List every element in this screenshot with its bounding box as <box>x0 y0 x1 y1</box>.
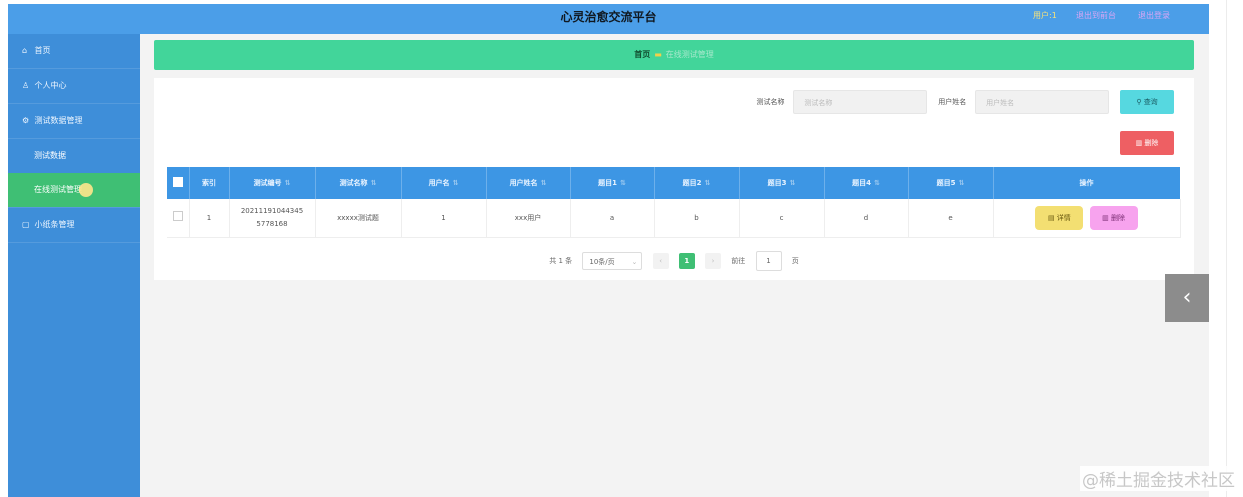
sort-icon[interactable]: ⇅ <box>541 179 547 187</box>
sidebar-item-label: 测试数据管理 <box>34 116 83 125</box>
home-icon: ⌂ <box>22 46 28 55</box>
column-header[interactable]: 测试编号 ⇅ <box>229 167 316 199</box>
breadcrumb-home[interactable]: 首页 <box>634 50 650 59</box>
sidebar-item-label: 个人中心 <box>34 81 67 90</box>
sort-icon[interactable]: ⇅ <box>620 179 626 187</box>
column-header[interactable]: 题目5 ⇅ <box>908 167 994 199</box>
sort-icon[interactable]: ⇅ <box>959 179 965 187</box>
sidebar-item-label: 小纸条管理 <box>34 220 75 229</box>
app-title: 心灵治愈交流平台 <box>560 10 657 24</box>
data-table: 索引 测试编号 ⇅ 测试名称 ⇅ 用户名 ⇅ 用户姓名 ⇅ 题目1 ⇅ 题目2 ⇅ 题目3 ⇅… <box>167 167 1181 238</box>
row-checkbox-cell[interactable] <box>167 199 190 238</box>
logout-link[interactable]: 退出登录 <box>1138 10 1170 21</box>
cell-index: 1 <box>189 199 230 238</box>
back-to-front-link[interactable]: 退出到前台 <box>1076 10 1116 21</box>
cell-test-no: 20211191044345 5778168 <box>229 199 316 238</box>
watermark: @稀土掘金技术社区 <box>1080 466 1237 491</box>
cell-username: 1 <box>401 199 487 238</box>
sort-icon[interactable]: ⇅ <box>371 179 377 187</box>
row-checkbox[interactable] <box>172 210 183 221</box>
chevron-left-icon: ‹ <box>1182 285 1192 310</box>
page-size-select[interactable]: 10条/页 ⌄ <box>582 252 643 270</box>
prev-page-button[interactable]: ‹ <box>652 253 669 269</box>
column-header[interactable]: 测试名称 ⇅ <box>315 167 402 199</box>
sort-icon[interactable]: ⇅ <box>874 179 880 187</box>
trash-icon: ▥ <box>1135 139 1143 147</box>
user-name-label: 用户姓名 <box>938 98 967 106</box>
cell-q2: b <box>654 199 740 238</box>
user-name-input[interactable]: 用户姓名 <box>975 90 1110 114</box>
cell-actions: ▤ 详情 ▥ 删除 <box>993 199 1181 238</box>
sidebar-item-notes-management[interactable]: ▢ 小纸条管理 <box>8 207 140 243</box>
sidebar-subitem-label: 测试数据 <box>34 151 66 160</box>
row-delete-button[interactable]: ▥ 删除 <box>1089 206 1138 230</box>
sidebar-subitem-online-test-management[interactable]: 在线测试管理 <box>8 173 140 207</box>
chevron-down-icon: ⌄ <box>631 258 638 266</box>
divider <box>1226 0 1227 497</box>
search-button-label: 查询 <box>1143 98 1158 106</box>
column-header[interactable]: 用户姓名 ⇅ <box>486 167 571 199</box>
sidebar-subitem-test-data[interactable]: 测试数据 <box>8 139 140 173</box>
sidebar-item-test-data-management[interactable]: ⚙ 测试数据管理 <box>8 104 140 139</box>
note-icon: ▢ <box>22 220 30 229</box>
breadcrumb: 首页 ▬ 在线测试管理 <box>154 40 1194 70</box>
breadcrumb-separator: ▬ <box>654 50 662 59</box>
column-header[interactable]: 用户名 ⇅ <box>401 167 487 199</box>
sort-icon[interactable]: ⇅ <box>453 179 459 187</box>
sidebar-item-home[interactable]: ⌂ 首页 <box>8 34 140 69</box>
sort-icon[interactable]: ⇅ <box>705 179 711 187</box>
trash-icon: ▥ <box>1102 214 1109 222</box>
cell-q1: a <box>570 199 655 238</box>
column-header: 操作 <box>993 167 1181 199</box>
test-name-input[interactable]: 测试名称 <box>793 90 928 114</box>
user-icon: ♙ <box>22 81 30 90</box>
column-header[interactable]: 题目2 ⇅ <box>654 167 740 199</box>
search-button[interactable]: ⚲ 查询 <box>1120 90 1174 114</box>
goto-label: 前往 <box>731 257 746 265</box>
table-header-row: 索引 测试编号 ⇅ 测试名称 ⇅ 用户名 ⇅ 用户姓名 ⇅ 题目1 ⇅ 题目2 ⇅ 题目3 ⇅… <box>167 167 1181 199</box>
test-name-label: 测试名称 <box>756 98 785 106</box>
select-all-checkbox[interactable] <box>172 177 183 187</box>
main-content: 首页 ▬ 在线测试管理 测试名称 测试名称 用户姓名 用户姓名 ⚲ 查询 ▥ 删除 <box>154 40 1194 280</box>
pagination: 共 1 条 10条/页 ⌄ ‹ 1 › 前往 1 页 <box>154 251 1194 271</box>
search-icon: ⚲ <box>1136 98 1142 106</box>
sidebar-item-personal-center[interactable]: ♙ 个人中心 <box>8 69 140 104</box>
sidebar: ⌂ 首页 ♙ 个人中心 ⚙ 测试数据管理 测试数据 在线测试管理 ▢ 小纸条管理 <box>8 34 140 497</box>
mouse-cursor-highlight <box>78 182 93 197</box>
app-window: 心灵治愈交流平台 用户:1 退出到前台 退出登录 ⌂ 首页 ♙ 个人中心 ⚙ 测… <box>8 4 1209 497</box>
detail-icon: ▤ <box>1047 214 1055 222</box>
column-header[interactable]: 题目1 ⇅ <box>570 167 655 199</box>
batch-delete-button[interactable]: ▥ 删除 <box>1120 131 1174 155</box>
sort-icon[interactable]: ⇅ <box>285 179 291 187</box>
top-header: 心灵治愈交流平台 用户:1 退出到前台 退出登录 <box>8 4 1209 34</box>
sidebar-subitem-label: 在线测试管理 <box>34 185 82 194</box>
content-panel: 测试名称 测试名称 用户姓名 用户姓名 ⚲ 查询 ▥ 删除 索引 测试编号 ⇅ … <box>154 78 1194 280</box>
column-header[interactable]: 题目4 ⇅ <box>824 167 909 199</box>
gear-icon: ⚙ <box>22 116 30 125</box>
column-header[interactable]: 题目3 ⇅ <box>739 167 825 199</box>
current-page-button[interactable]: 1 <box>678 253 695 269</box>
pagination-total: 共 1 条 <box>549 257 573 265</box>
select-all-checkbox-cell[interactable] <box>167 167 190 199</box>
breadcrumb-current: 在线测试管理 <box>665 50 714 59</box>
cell-test-name: xxxxx测试题 <box>315 199 402 238</box>
page-suffix: 页 <box>791 257 799 265</box>
collapse-arrow-button[interactable]: ‹ <box>1165 274 1209 322</box>
detail-button[interactable]: ▤ 详情 <box>1035 206 1084 230</box>
sort-icon[interactable]: ⇅ <box>790 179 796 187</box>
cell-q3: c <box>739 199 825 238</box>
current-user-label: 用户:1 <box>1033 11 1057 20</box>
cell-q5: e <box>908 199 994 238</box>
goto-page-input[interactable]: 1 <box>755 251 782 271</box>
sidebar-item-label: 首页 <box>34 46 51 55</box>
column-header: 索引 <box>189 167 230 199</box>
table-row: 1 20211191044345 5778168 xxxxx测试题 1 xxx用… <box>167 199 1181 238</box>
cell-realname: xxx用户 <box>486 199 571 238</box>
search-bar: 测试名称 测试名称 用户姓名 用户姓名 ⚲ 查询 <box>756 90 1174 116</box>
next-page-button[interactable]: › <box>705 253 722 269</box>
delete-button-label: 删除 <box>1144 139 1159 147</box>
cell-q4: d <box>824 199 909 238</box>
